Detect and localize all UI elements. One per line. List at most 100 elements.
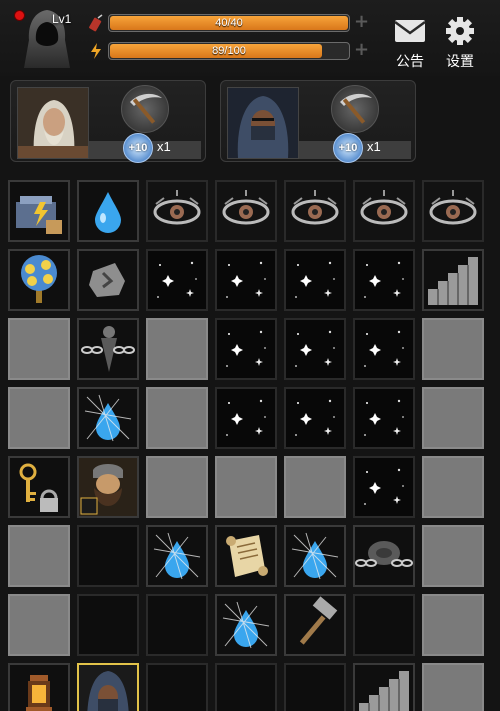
- webbed-water-drop-icon: [153, 532, 201, 580]
- grid-cell-locked-tile[interactable]: [422, 318, 484, 380]
- grid-cell-dwarf-character-icon[interactable]: [77, 456, 139, 518]
- grid-cell-locked-tile[interactable]: [422, 594, 484, 656]
- grid-cell-webbed-water-drop-icon[interactable]: [146, 525, 208, 587]
- grid-cell-starry-void-tile[interactable]: [215, 318, 277, 380]
- grid-cell-eye-icon[interactable]: [215, 180, 277, 242]
- grid-cell-chained-rock-icon[interactable]: [353, 525, 415, 587]
- grid-cell-starry-void-tile[interactable]: [284, 318, 346, 380]
- water-drop-icon: [95, 192, 121, 233]
- grid-cell-starry-void-tile[interactable]: [353, 387, 415, 449]
- starry-void-tile: [295, 330, 335, 367]
- grid-cell-empty-tile[interactable]: [77, 525, 139, 587]
- grid-cell-chained-sword-icon[interactable]: [77, 318, 139, 380]
- grid-cell-empty-tile[interactable]: [284, 663, 346, 711]
- player-level: Lv1: [52, 12, 72, 26]
- character-card-rogue[interactable]: +10 x1: [220, 80, 416, 163]
- grid-cell-starry-void-tile[interactable]: [146, 249, 208, 311]
- grid-cell-webbed-water-drop-icon[interactable]: [77, 387, 139, 449]
- stairs-icon: [428, 257, 478, 305]
- grid-cell-locked-tile[interactable]: [8, 387, 70, 449]
- grid-cell-empty-tile[interactable]: [146, 594, 208, 656]
- grid-cell-starry-void-tile[interactable]: [284, 249, 346, 311]
- grid-cell-eye-icon[interactable]: [353, 180, 415, 242]
- character-multiplier: x1: [157, 139, 171, 154]
- settings-button[interactable]: 设置: [438, 16, 482, 70]
- grid-cell-empty-tile[interactable]: [146, 663, 208, 711]
- eye-icon: [291, 190, 339, 225]
- grid-cell-starry-void-tile[interactable]: [284, 387, 346, 449]
- pickaxe-icon: [340, 93, 372, 124]
- grid-cell-stairs-icon[interactable]: [353, 663, 415, 711]
- grid-cell-toolbox-icon[interactable]: [8, 180, 70, 242]
- top-status-bar: Lv1 40/40 + 89/100 + 公告 设置: [0, 0, 500, 76]
- grid-cell-starry-void-tile[interactable]: [215, 249, 277, 311]
- grid-cell-locked-tile[interactable]: [146, 318, 208, 380]
- grid-cell-locked-tile[interactable]: [146, 456, 208, 518]
- webbed-water-drop-icon: [222, 601, 270, 649]
- crystal-tree-icon: [21, 255, 57, 303]
- stairs-icon: [359, 671, 409, 711]
- grid-cell-eye-icon[interactable]: [422, 180, 484, 242]
- grid-cell-starry-void-tile[interactable]: [353, 456, 415, 518]
- grid-cell-hammer-icon[interactable]: [284, 594, 346, 656]
- grid-cell-stairs-icon[interactable]: [422, 249, 484, 311]
- grid-cell-key-lock-icon[interactable]: [8, 456, 70, 518]
- stamina-bar: 40/40: [108, 14, 350, 32]
- pickaxe-icon: [130, 93, 162, 124]
- grid-cell-hooded-character-icon[interactable]: [77, 663, 139, 711]
- grid-cell-locked-tile[interactable]: [422, 663, 484, 711]
- grid-cell-locked-tile[interactable]: [8, 318, 70, 380]
- starry-void-tile: [226, 399, 266, 436]
- grid-cell-empty-tile[interactable]: [353, 594, 415, 656]
- hooded-character-icon: [87, 671, 129, 711]
- hammer-icon: [299, 596, 338, 645]
- eye-icon: [153, 190, 201, 225]
- grid-cell-locked-tile[interactable]: [8, 525, 70, 587]
- grid-cell-locked-tile[interactable]: [422, 525, 484, 587]
- grid-cell-empty-tile[interactable]: [77, 594, 139, 656]
- dungeon-grid: [8, 180, 498, 711]
- grid-cell-starry-void-tile[interactable]: [215, 387, 277, 449]
- gear-icon: [446, 17, 474, 45]
- energy-bar: 89/100: [108, 42, 350, 60]
- add-stamina-button[interactable]: +: [354, 12, 369, 32]
- grid-cell-crystal-tree-icon[interactable]: [8, 249, 70, 311]
- add-energy-button[interactable]: +: [354, 40, 369, 60]
- hooded-rogue-portrait: [227, 87, 299, 159]
- grid-cell-locked-tile[interactable]: [284, 456, 346, 518]
- grid-cell-eye-icon[interactable]: [284, 180, 346, 242]
- grid-cell-locked-tile[interactable]: [422, 387, 484, 449]
- bonus-badge: +10: [123, 133, 153, 163]
- starry-void-tile: [364, 261, 404, 298]
- toolbox-icon: [16, 196, 62, 234]
- energy-row: 89/100 +: [88, 40, 369, 62]
- lantern-icon: [26, 675, 52, 711]
- grid-cell-locked-tile[interactable]: [146, 387, 208, 449]
- character-card-sage[interactable]: +10 x1: [10, 80, 206, 163]
- eye-icon: [222, 190, 270, 225]
- eye-icon: [429, 190, 477, 225]
- grid-cell-scroll-icon[interactable]: [215, 525, 277, 587]
- grid-cell-empty-tile[interactable]: [215, 663, 277, 711]
- notification-dot: [14, 10, 25, 21]
- grid-cell-webbed-water-drop-icon[interactable]: [284, 525, 346, 587]
- grid-cell-webbed-water-drop-icon[interactable]: [215, 594, 277, 656]
- stamina-row: 40/40 +: [88, 12, 369, 34]
- grid-cell-starry-void-tile[interactable]: [353, 318, 415, 380]
- dynamite-icon: [89, 14, 103, 32]
- rune-stone-icon: [89, 263, 125, 297]
- grid-cell-locked-tile[interactable]: [422, 456, 484, 518]
- grid-cell-locked-tile[interactable]: [8, 594, 70, 656]
- mail-icon: [394, 20, 426, 42]
- announcement-button[interactable]: 公告: [388, 16, 432, 70]
- grid-cell-water-drop-icon[interactable]: [77, 180, 139, 242]
- webbed-water-drop-icon: [291, 532, 339, 580]
- pickaxe-slot: [121, 85, 169, 133]
- grid-cell-eye-icon[interactable]: [146, 180, 208, 242]
- webbed-water-drop-icon: [84, 394, 132, 442]
- grid-cell-lantern-icon[interactable]: [8, 663, 70, 711]
- grid-cell-rune-stone-icon[interactable]: [77, 249, 139, 311]
- grid-cell-locked-tile[interactable]: [215, 456, 277, 518]
- grid-cell-starry-void-tile[interactable]: [353, 249, 415, 311]
- character-multiplier: x1: [367, 139, 381, 154]
